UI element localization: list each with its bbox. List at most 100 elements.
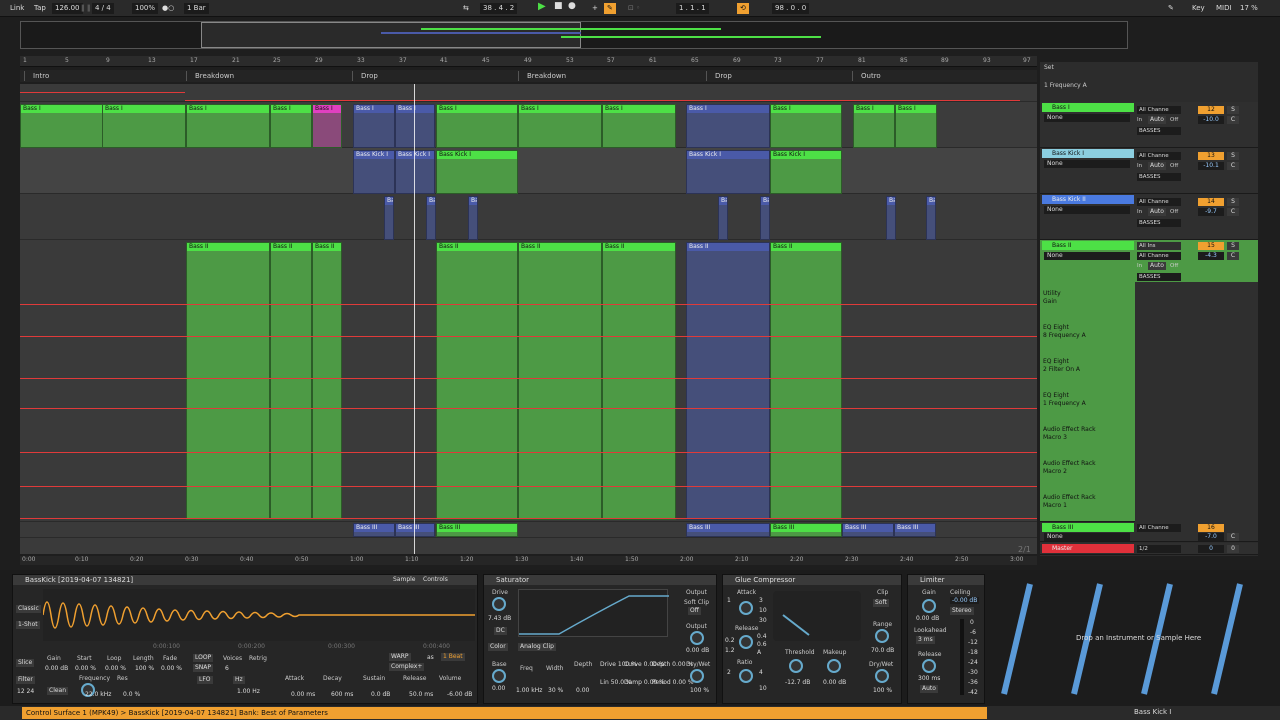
dc-toggle[interactable]: DC <box>494 627 507 635</box>
link-button[interactable]: Link <box>10 3 24 14</box>
automation-param-4[interactable]: 1 Frequency A <box>1043 400 1086 408</box>
master-routing[interactable]: 1/2 <box>1137 545 1181 553</box>
track-header-master[interactable]: Master 1/2 0 0 <box>1040 543 1258 555</box>
gain-knob[interactable] <box>922 599 936 613</box>
limiter-title[interactable]: Limiter <box>908 575 984 585</box>
clip-bass-kick-1[interactable]: Bass Kick I <box>770 150 842 194</box>
limiter-device[interactable]: Limiter Gain 0.00 dB Ceiling -0.00 dB St… <box>907 574 985 704</box>
release-knob[interactable] <box>739 635 753 649</box>
track-name[interactable]: Master <box>1042 544 1134 553</box>
clip-bass-1[interactable]: Bass I <box>770 104 842 148</box>
automation-param-1[interactable]: Gain <box>1043 298 1057 306</box>
clip-bass-3[interactable]: Bass III <box>770 523 842 537</box>
output-knob[interactable] <box>690 631 704 645</box>
fade-value[interactable]: 0.00 % <box>161 665 182 672</box>
loop-switch-icon[interactable]: ⟲ <box>737 3 749 14</box>
locator-breakdown-2[interactable]: Breakdown <box>518 71 566 81</box>
filter-slope[interactable]: 12 24 <box>17 688 34 695</box>
group-select[interactable]: BASSES <box>1137 219 1181 227</box>
gain-value[interactable]: 0.00 dB <box>45 665 68 672</box>
range-knob[interactable] <box>875 629 889 643</box>
master-pan[interactable]: 0 <box>1227 545 1239 553</box>
auto-release-toggle[interactable]: Auto <box>920 685 938 693</box>
clip-bass-1[interactable]: Bass I <box>270 104 312 148</box>
zoom-field[interactable]: 100% <box>132 3 159 14</box>
clip-bass-kick-2[interactable]: Ba <box>426 196 436 240</box>
voices-value[interactable]: 6 <box>225 665 229 672</box>
sample-tab[interactable]: Sample <box>391 576 418 584</box>
track-name[interactable]: Bass Kick II <box>1042 195 1134 204</box>
group-select[interactable]: BASSES <box>1137 273 1181 281</box>
beats-select[interactable]: 1 Beat <box>441 653 465 661</box>
punch-icon[interactable]: ⊡ ◦ <box>628 3 640 14</box>
locator-drop-1[interactable]: Drop <box>352 71 378 81</box>
lfo-hz-toggle[interactable]: Hz <box>233 676 245 684</box>
base-knob[interactable] <box>492 669 506 683</box>
track-number[interactable]: 16 <box>1198 524 1224 532</box>
clip-bass-1[interactable]: Bass I <box>853 104 895 148</box>
drive-knob[interactable] <box>492 597 506 611</box>
track-header-bass-kick-2[interactable]: Bass Kick II None All Channe In Auto Off… <box>1040 194 1258 240</box>
meter-field[interactable]: 4 / 4 <box>92 3 114 14</box>
lookahead-select[interactable]: 3 ms <box>916 636 935 644</box>
color-toggle[interactable]: Color <box>488 643 508 651</box>
lfo-rate-value[interactable]: 1.00 Hz <box>237 688 260 695</box>
channel-select[interactable]: All Channe <box>1137 198 1181 206</box>
automation-device-2[interactable]: EQ Eight <box>1043 324 1069 332</box>
locator-intro[interactable]: Intro <box>24 71 49 81</box>
locator-breakdown-1[interactable]: Breakdown <box>186 71 234 81</box>
auto-button[interactable]: Auto <box>1148 162 1166 170</box>
automation-param-6[interactable]: Macro 2 <box>1043 468 1067 476</box>
drop-zone[interactable]: Drop an Instrument or Sample Here <box>990 574 1278 704</box>
clip-bass-kick-1[interactable]: Bass Kick I <box>686 150 770 194</box>
solo-button[interactable]: S <box>1227 198 1239 206</box>
stereo-toggle[interactable]: Stereo <box>950 607 974 615</box>
clip-bass-2[interactable]: Bass II <box>686 242 770 520</box>
length-value[interactable]: 100 % <box>135 665 154 672</box>
threshold-knob[interactable] <box>789 659 803 673</box>
track-number[interactable]: 14 <box>1198 198 1224 206</box>
waveform-display[interactable] <box>42 589 475 641</box>
track-header-bass-kick-1[interactable]: Bass Kick I None All Channe In Auto Off … <box>1040 148 1258 194</box>
drywet-knob[interactable] <box>690 669 704 683</box>
automation-device-7[interactable]: Audio Effect Rack <box>1043 494 1096 502</box>
clip-bass-3[interactable]: Bass III <box>894 523 936 537</box>
clip-bass-1[interactable]: Bass I <box>395 104 435 148</box>
soft-clip-toggle[interactable]: Soft <box>873 599 889 607</box>
group-select[interactable]: BASSES <box>1137 173 1181 181</box>
channel-select[interactable]: All Channe <box>1137 152 1181 160</box>
loop-length-field[interactable]: 98 . 0 . 0 <box>772 3 810 14</box>
position-field[interactable]: 38 . 4 . 2 <box>480 3 518 14</box>
clip-bass-3[interactable]: Bass III <box>686 523 770 537</box>
track-number[interactable]: 15 <box>1198 242 1224 250</box>
automation-device-3[interactable]: EQ Eight <box>1043 358 1069 366</box>
clip-bass-2[interactable]: Bass II <box>270 242 312 520</box>
automation-device-6[interactable]: Audio Effect Rack <box>1043 460 1096 468</box>
stop-icon[interactable]: ■ <box>554 1 563 12</box>
track-name[interactable]: Bass Kick I <box>1042 149 1134 158</box>
loop-toggle[interactable]: LOOP <box>193 654 214 662</box>
solo-button[interactable]: S <box>1227 242 1239 250</box>
all-ins-select[interactable]: All Ins <box>1137 242 1181 250</box>
draw-mode-icon[interactable]: ✎ <box>1168 3 1174 14</box>
pan-field[interactable]: C <box>1227 116 1239 124</box>
clip-bass-2[interactable]: Bass II <box>518 242 602 520</box>
metronome-icon[interactable]: ●○ <box>162 3 174 14</box>
pan-field[interactable]: C <box>1227 533 1239 541</box>
tap-button[interactable]: Tap <box>34 3 46 14</box>
volume-field[interactable]: -7.0 <box>1198 533 1224 541</box>
off-button[interactable]: Off <box>1170 263 1178 269</box>
input-select[interactable]: None <box>1044 533 1130 541</box>
locator-outro[interactable]: Outro <box>852 71 881 81</box>
lfo-toggle[interactable]: LFO <box>197 676 213 684</box>
start-value[interactable]: 0.00 % <box>75 665 96 672</box>
track-name[interactable]: Bass I <box>1042 103 1134 112</box>
play-icon[interactable]: ▶ <box>538 1 546 12</box>
retrig-label[interactable]: Retrig <box>249 655 267 662</box>
channel-select[interactable]: All Channe <box>1137 252 1181 260</box>
channel-select[interactable]: All Channe <box>1137 106 1181 114</box>
simpler-device[interactable]: BassKick [2019-04-07 134821] Sample Cont… <box>12 574 478 704</box>
clip-bass-3[interactable]: Bass III <box>436 523 518 537</box>
clip-bass-kick-2[interactable]: Ba <box>384 196 394 240</box>
tempo-field[interactable]: 126.00 <box>52 3 83 14</box>
